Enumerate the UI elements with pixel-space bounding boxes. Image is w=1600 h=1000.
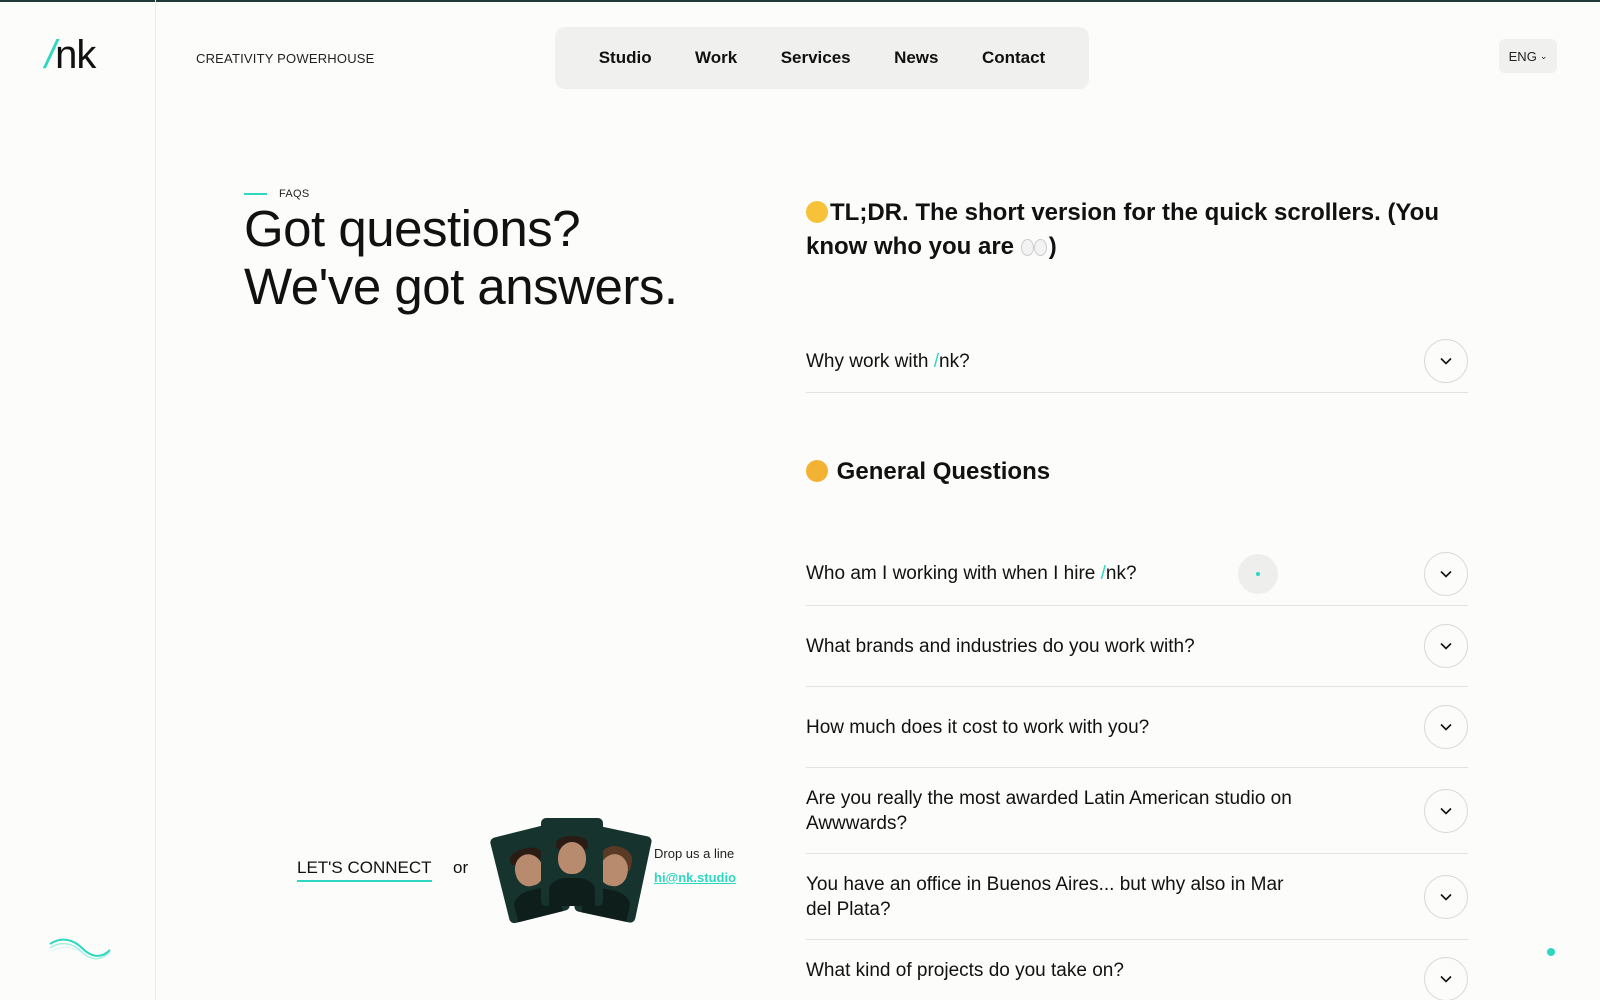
sidebar-divider — [155, 0, 156, 1000]
scroll-indicator-dot — [1547, 948, 1555, 956]
eyes-emoji-icon — [1020, 239, 1047, 256]
team-photos — [489, 816, 653, 925]
chevron-down-icon — [1440, 570, 1452, 578]
chevron-down-icon — [1440, 807, 1452, 815]
faq-item-why-work[interactable]: Why work with /nk? — [806, 330, 1468, 393]
nav-studio[interactable]: Studio — [599, 48, 652, 68]
tldr-heading-text: TL;DR. The short version for the quick s… — [806, 199, 1439, 260]
expand-button[interactable] — [1424, 788, 1468, 833]
faq-item-who-working[interactable]: Who am I working with when I hire /nk? — [806, 542, 1468, 606]
wave-icon — [49, 938, 111, 960]
nk-logo[interactable]: /nk — [45, 35, 96, 75]
nav-services[interactable]: Services — [781, 48, 851, 68]
main-nav: Studio Work Services News Contact — [555, 27, 1089, 89]
faq-question: What kind of projects do you take on? — [806, 960, 1124, 981]
language-selector[interactable]: ENG ⌄ — [1499, 39, 1557, 73]
lets-connect-link[interactable]: LET'S CONNECT — [297, 858, 432, 882]
grinning-sweat-emoji-icon — [806, 201, 828, 223]
language-label: ENG — [1508, 48, 1537, 64]
page-title: Got questions? We've got answers. — [244, 200, 714, 316]
email-link[interactable]: hi@nk.studio — [654, 870, 736, 885]
chevron-down-icon — [1440, 357, 1452, 365]
drop-us-a-line-label: Drop us a line — [654, 846, 735, 861]
faq-item-projects[interactable]: What kind of projects do you take on? — [806, 957, 1468, 1000]
general-heading-text: General Questions — [836, 458, 1051, 485]
faq-question: Who am I working with when I hire /nk? — [806, 563, 1137, 584]
faq-question: Why work with /nk? — [806, 350, 970, 372]
chevron-down-icon — [1440, 893, 1452, 901]
or-text: or — [453, 858, 469, 877]
tagline: CREATIVITY POWERHOUSE — [196, 51, 375, 66]
team-photo-2 — [541, 818, 603, 906]
faq-item-cost[interactable]: How much does it cost to work with you? — [806, 687, 1468, 768]
chevron-down-icon: ⌄ — [1539, 50, 1548, 61]
expand-button[interactable] — [1424, 705, 1468, 749]
expand-button[interactable] — [1424, 874, 1468, 919]
faq-question: You have an office in Buenos Aires... bu… — [806, 873, 1284, 920]
chevron-down-icon — [1440, 723, 1452, 731]
nav-work[interactable]: Work — [695, 48, 737, 68]
chevron-down-icon — [1440, 642, 1452, 650]
tldr-heading: TL;DR. The short version for the quick s… — [806, 196, 1446, 264]
general-questions-heading: General Questions — [806, 455, 1050, 489]
expand-button[interactable] — [1424, 551, 1468, 596]
faqs-eyebrow: FAQS — [244, 188, 310, 200]
nav-news[interactable]: News — [894, 48, 938, 68]
expand-button[interactable] — [1424, 339, 1468, 383]
faqs-eyebrow-text: FAQS — [279, 188, 310, 200]
faq-item-awwwards[interactable]: Are you really the most awarded Latin Am… — [806, 768, 1468, 854]
thinking-face-emoji-icon — [806, 460, 828, 482]
accent-dash — [244, 193, 267, 195]
title-line-2: We've got answers. — [244, 258, 678, 315]
nav-contact[interactable]: Contact — [982, 48, 1045, 68]
top-border — [0, 0, 1600, 2]
faq-question: What brands and industries do you work w… — [806, 635, 1195, 657]
chevron-down-icon — [1440, 975, 1452, 983]
faq-question: How much does it cost to work with you? — [806, 716, 1150, 738]
tldr-heading-close: ) — [1048, 233, 1057, 260]
faq-item-brands[interactable]: What brands and industries do you work w… — [806, 606, 1468, 687]
expand-button[interactable] — [1424, 624, 1468, 668]
faq-item-offices[interactable]: You have an office in Buenos Aires... bu… — [806, 854, 1468, 940]
expand-button[interactable] — [1424, 957, 1468, 1000]
title-line-1: Got questions? — [244, 200, 581, 257]
faq-question: Are you really the most awarded Latin Am… — [806, 787, 1292, 834]
